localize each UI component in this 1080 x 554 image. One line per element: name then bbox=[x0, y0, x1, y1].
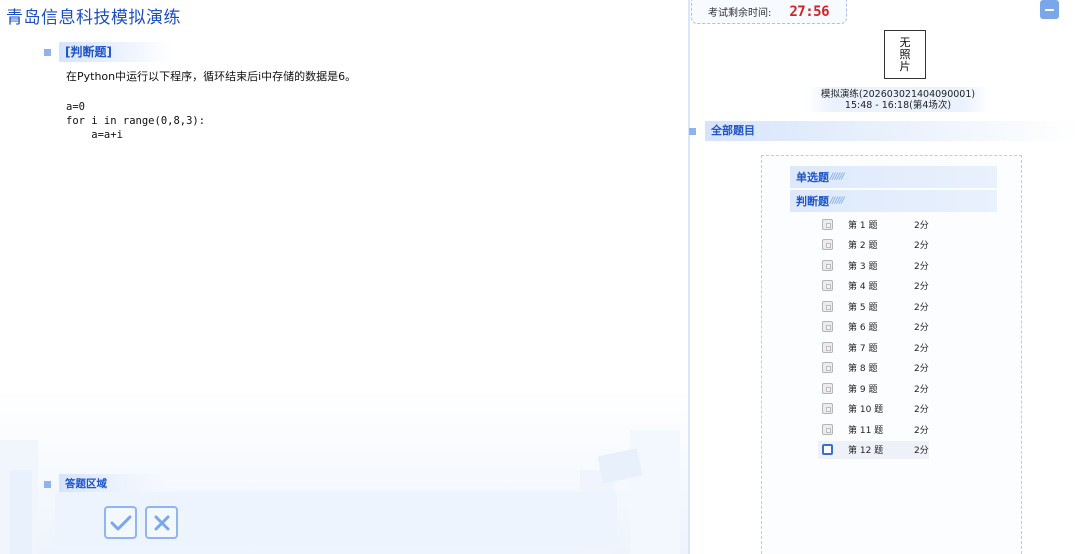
group-decoration: ////// bbox=[830, 172, 845, 182]
lock-icon bbox=[822, 280, 833, 291]
question-item-1[interactable]: 第 1 题 2分 bbox=[818, 215, 929, 233]
cross-icon bbox=[154, 515, 169, 530]
group-label: 判断题 bbox=[796, 195, 829, 208]
question-code: a=0 for i in range(0,8,3): a=a+i bbox=[66, 100, 666, 142]
question-item-title: 第 6 题 bbox=[848, 323, 878, 333]
question-type-label: [判断题] bbox=[59, 42, 172, 62]
answer-area-label: 答题区域 bbox=[59, 474, 167, 494]
question-item-score: 2分 bbox=[914, 282, 929, 292]
lock-icon bbox=[822, 423, 833, 435]
question-item-8[interactable]: 第 8 题 2分 bbox=[818, 359, 929, 377]
question-item-title: 第 8 题 bbox=[848, 364, 878, 374]
question-item-score: 2分 bbox=[914, 302, 929, 313]
lock-icon bbox=[822, 259, 833, 271]
lock-icon bbox=[822, 300, 833, 312]
panel-divider bbox=[688, 0, 690, 554]
photo-placeholder-text: 无照片 bbox=[899, 35, 911, 73]
question-item-title: 第 3 题 bbox=[848, 261, 878, 272]
question-item-score: 2分 bbox=[914, 364, 929, 374]
question-item-score: 2分 bbox=[914, 343, 929, 354]
question-text: 在Python中运行以下程序，循环结束后i中存储的数据是6。 bbox=[66, 70, 357, 83]
question-item-title: 第 5 题 bbox=[848, 302, 878, 313]
group-label: 单选题 bbox=[796, 171, 829, 184]
question-body: 在Python中运行以下程序，循环结束后i中存储的数据是6。 a=0 for i … bbox=[66, 70, 666, 142]
question-item-7[interactable]: 第 7 题 2分 bbox=[818, 338, 929, 356]
question-item-title: 第 11 题 bbox=[848, 425, 884, 436]
question-item-title: 第 2 题 bbox=[848, 241, 878, 251]
question-item-6[interactable]: 第 6 题 2分 bbox=[818, 318, 929, 336]
question-item-11[interactable]: 第 11 题 2分 bbox=[818, 420, 929, 438]
question-item-12[interactable]: 第 12 题 2分 bbox=[818, 440, 929, 459]
code-line: a=a+i bbox=[66, 129, 123, 141]
exam-name: 模拟演练(202603021404090001) bbox=[820, 89, 976, 100]
current-question-icon bbox=[822, 444, 833, 455]
lock-icon bbox=[822, 239, 833, 250]
question-item-score: 2分 bbox=[914, 220, 929, 231]
check-icon bbox=[110, 515, 131, 530]
lock-icon bbox=[822, 403, 833, 414]
question-item-9[interactable]: 第 9 题 2分 bbox=[818, 379, 929, 397]
exam-time: 15:48 - 16:18(第4场次) bbox=[844, 100, 952, 111]
question-group-single-choice[interactable]: 单选题 ////// bbox=[790, 166, 997, 188]
answer-area-header: 答题区域 bbox=[44, 474, 167, 494]
lock-icon bbox=[822, 362, 833, 373]
question-item-title: 第 1 题 bbox=[848, 220, 878, 231]
bullet-square-icon bbox=[44, 480, 51, 488]
candidate-photo: 无照片 bbox=[884, 30, 926, 79]
group-decoration: ////// bbox=[830, 196, 845, 206]
question-item-3[interactable]: 第 3 题 2分 bbox=[818, 256, 929, 274]
code-line: a=0 bbox=[66, 101, 85, 113]
question-type-header: [判断题] bbox=[44, 42, 172, 62]
all-questions-label: 全部题目 bbox=[705, 121, 1080, 141]
lock-icon bbox=[822, 321, 833, 332]
code-line: for i in range(0,8,3): bbox=[66, 115, 206, 127]
question-item-4[interactable]: 第 4 题 2分 bbox=[818, 277, 929, 295]
timer-label: 考试剩余时间: bbox=[708, 8, 772, 19]
exam-timer: 考试剩余时间: 27:56 bbox=[691, 0, 847, 24]
question-item-title: 第 10 题 bbox=[848, 405, 884, 415]
question-item-2[interactable]: 第 2 题 2分 bbox=[818, 236, 929, 254]
lock-icon bbox=[822, 382, 833, 394]
question-item-score: 2分 bbox=[914, 261, 929, 272]
question-item-title: 第 4 题 bbox=[848, 282, 878, 292]
question-item-title: 第 7 题 bbox=[848, 343, 878, 354]
collapse-button[interactable] bbox=[1040, 0, 1059, 19]
question-item-title: 第 12 题 bbox=[848, 446, 884, 456]
minus-icon bbox=[1045, 8, 1054, 11]
all-questions-header: 全部题目 bbox=[689, 121, 1080, 141]
question-item-score: 2分 bbox=[914, 384, 929, 395]
question-item-title: 第 9 题 bbox=[848, 384, 878, 395]
bullet-square-icon bbox=[689, 127, 696, 135]
question-item-score: 2分 bbox=[914, 323, 929, 333]
bullet-square-icon bbox=[44, 48, 51, 56]
timer-value: 27:56 bbox=[789, 3, 830, 20]
lock-icon bbox=[822, 218, 833, 230]
question-item-score: 2分 bbox=[914, 241, 929, 251]
app-title: 青岛信息科技模拟演练 bbox=[6, 8, 181, 28]
answer-false-button[interactable] bbox=[145, 506, 178, 539]
question-item-score: 2分 bbox=[914, 405, 929, 415]
lock-icon bbox=[822, 341, 833, 353]
exam-info: 模拟演练(202603021404090001) 15:48 - 16:18(第… bbox=[806, 87, 990, 112]
question-item-10[interactable]: 第 10 题 2分 bbox=[818, 400, 929, 418]
answer-area bbox=[55, 492, 617, 546]
question-group-true-false[interactable]: 判断题 ////// bbox=[790, 190, 997, 212]
question-item-score: 2分 bbox=[914, 425, 929, 436]
answer-true-button[interactable] bbox=[104, 506, 137, 539]
question-panel: 青岛信息科技模拟演练 [判断题] 在Python中运行以下程序，循环结束后i中存… bbox=[0, 0, 688, 554]
question-item-5[interactable]: 第 5 题 2分 bbox=[818, 297, 929, 315]
question-item-score: 2分 bbox=[914, 446, 929, 456]
